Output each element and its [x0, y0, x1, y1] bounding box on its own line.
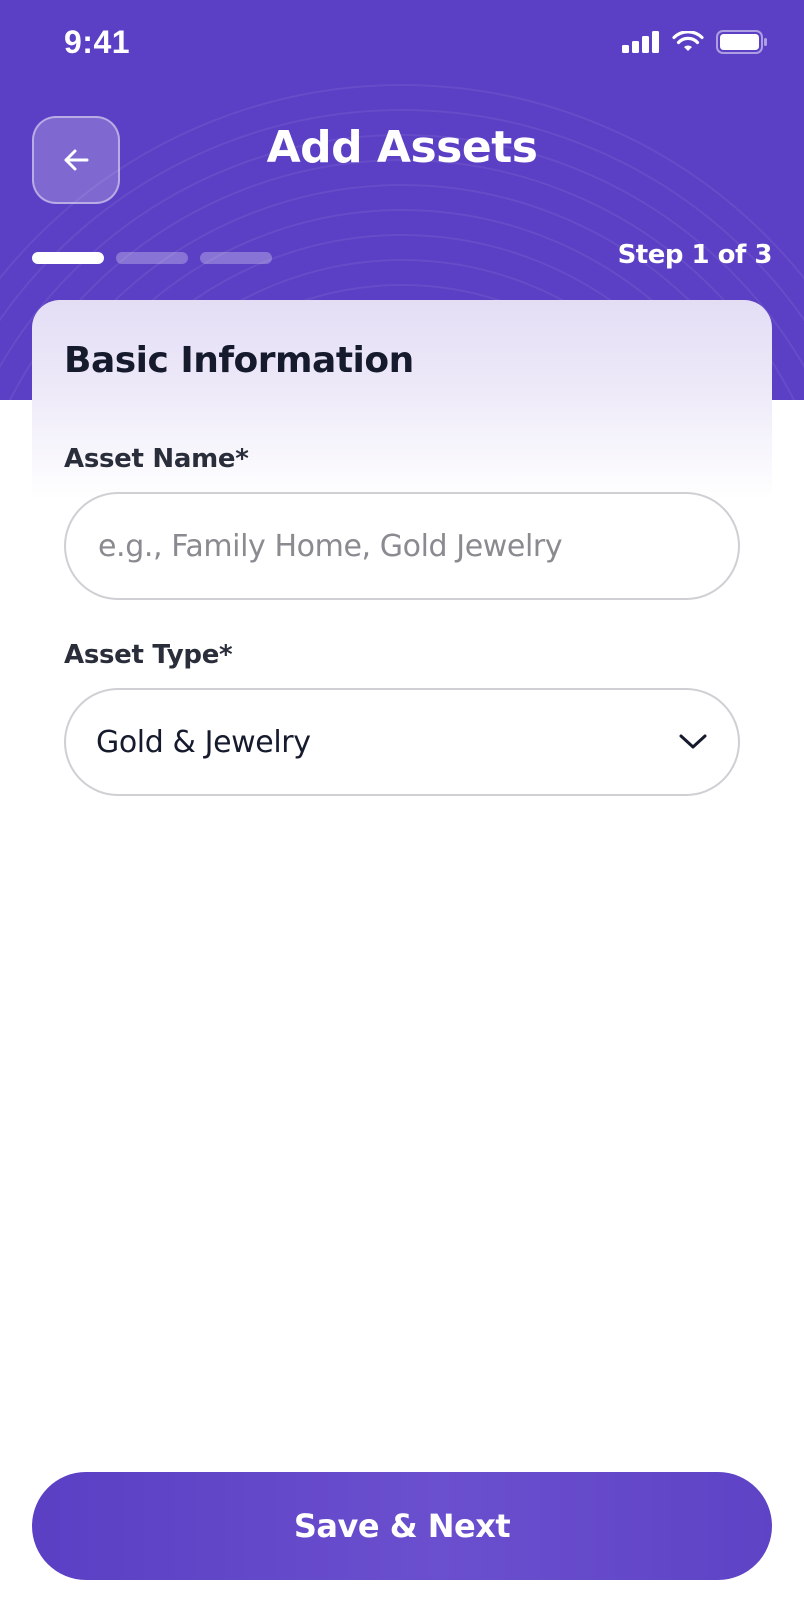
asset-name-field[interactable]: [64, 492, 740, 600]
battery-icon: [716, 30, 767, 54]
asset-type-label: Asset Type*: [64, 640, 233, 670]
cellular-signal-icon: [622, 31, 659, 53]
wifi-icon: [672, 31, 704, 51]
progress-step-2: [116, 252, 188, 264]
asset-name-input[interactable]: [96, 527, 708, 565]
chevron-down-icon: [679, 734, 707, 749]
step-progress: [32, 252, 272, 264]
section-title: Basic Information: [64, 340, 414, 381]
progress-step-3: [200, 252, 272, 264]
asset-name-label: Asset Name*: [64, 444, 249, 474]
status-icons: [622, 30, 768, 54]
status-time: 9:41: [64, 24, 131, 60]
step-indicator: Step 1 of 3: [617, 240, 773, 270]
page-title: Add Assets: [266, 122, 538, 173]
progress-step-1: [32, 252, 104, 264]
asset-type-value: Gold & Jewelry: [96, 724, 311, 760]
save-next-button[interactable]: Save & Next: [32, 1472, 772, 1580]
asset-type-select[interactable]: Gold & Jewelry: [64, 688, 740, 796]
add-assets-screen: 9:41 Add Assets Step 1 of 3 Basic Inform…: [0, 0, 804, 1624]
